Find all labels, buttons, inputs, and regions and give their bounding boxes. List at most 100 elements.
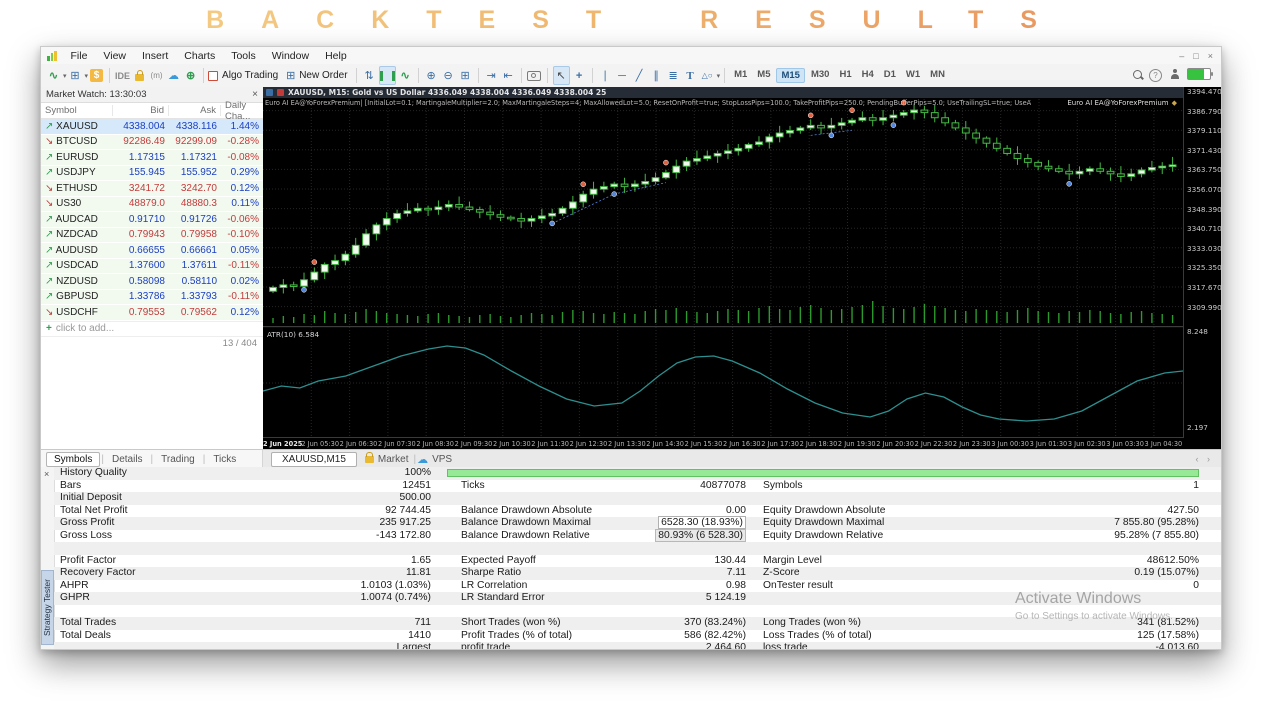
market-watch-row-usdcad[interactable]: ↗ USDCAD1.376001.37611-0.11% <box>41 259 263 275</box>
algo-trading-icon <box>208 71 218 81</box>
trendline-icon[interactable]: ╱ <box>632 67 647 84</box>
toolbar: ∿▾ ⊞▾ $ IDE (m) ☁ ⊕ Algo Trading ⊞ New O… <box>41 64 1221 88</box>
fibonacci-icon[interactable]: ≣ <box>666 67 681 84</box>
market-watch-columns[interactable]: SymbolBidAskDaily Cha... <box>41 103 263 119</box>
chart-tab-xauusd[interactable]: XAUUSD,M15 <box>271 452 357 467</box>
time-tick: 2 Jun 2025 <box>263 438 301 449</box>
shift-end-icon[interactable]: ⇥ <box>484 67 499 84</box>
timeframe-h4[interactable]: H4 <box>858 68 878 83</box>
objects-icon[interactable]: △○ <box>700 67 715 84</box>
symbol-name: ↘ ETHUSD <box>41 183 113 194</box>
market-watch-row-audcad[interactable]: ↗ AUDCAD0.917100.91726-0.06% <box>41 212 263 228</box>
timeframe-m30[interactable]: M30 <box>807 68 833 83</box>
zoom-out-icon[interactable]: ⊖ <box>441 67 456 84</box>
channel-icon[interactable]: ∥ <box>649 67 664 84</box>
market-watch-row-usdchf[interactable]: ↘ USDCHF0.795530.795620.12% <box>41 305 263 321</box>
ide-button[interactable]: IDE <box>115 67 130 84</box>
market-watch-row-eurusd[interactable]: ↗ EURUSD1.173151.17321-0.08% <box>41 150 263 166</box>
minimize-button[interactable]: – <box>1179 51 1184 61</box>
atr-indicator-label: ATR(10) 6.584 <box>267 330 319 339</box>
symbol-name: ↘ BTCUSD <box>41 136 113 147</box>
close-panel-icon[interactable]: × <box>44 469 49 479</box>
profile-icon[interactable] <box>1169 69 1180 83</box>
stat-label: LR Standard Error <box>461 592 545 605</box>
shift-chart-icon[interactable]: ⇤ <box>501 67 516 84</box>
time-tick: 2 Jun 18:30 <box>800 438 838 449</box>
algo-trading-button[interactable]: Algo Trading <box>222 70 278 81</box>
chart-profile-icon[interactable]: ∿ <box>46 67 61 84</box>
market-watch-row-nzdcad[interactable]: ↗ NZDCAD0.799430.79958-0.10% <box>41 228 263 244</box>
line-chart-icon[interactable]: ∿ <box>398 67 413 84</box>
market-watch-row-audusd[interactable]: ↗ AUDUSD0.666550.666610.05% <box>41 243 263 259</box>
tab-vps[interactable]: VPS <box>432 454 452 465</box>
crosshair-icon[interactable]: + <box>572 67 587 84</box>
time-axis: 2 Jun 20252 Jun 05:302 Jun 06:302 Jun 07… <box>263 437 1183 449</box>
market-watch-row-xauusd[interactable]: ↗ XAUUSD4338.0044338.1161.44% <box>41 119 263 135</box>
tab-market[interactable]: Market <box>378 454 409 465</box>
chart-canvas[interactable] <box>263 87 1183 439</box>
tick-chart-icon[interactable]: ⇅ <box>362 67 377 84</box>
tab-separator: | <box>101 454 104 465</box>
market-watch-row-usdjpy[interactable]: ↗ USDJPY155.945155.9520.29% <box>41 166 263 182</box>
chevron-down-icon[interactable]: ▾ <box>63 72 67 80</box>
mql-icon[interactable]: (m) <box>149 67 164 84</box>
column-header-ask[interactable]: Ask <box>169 105 221 116</box>
column-header-symbol[interactable]: Symbol <box>41 105 113 116</box>
result-row: Total Trades711Short Trades (won %)370 (… <box>54 617 1221 630</box>
close-button[interactable]: × <box>1208 51 1213 61</box>
timeframe-h1[interactable]: H1 <box>835 68 855 83</box>
result-row: Total Deals1410Profit Trades (% of total… <box>54 630 1221 643</box>
lock-icon[interactable] <box>132 67 147 84</box>
cursor-icon[interactable]: ↖ <box>553 66 570 85</box>
stat-label: AHPR <box>60 580 89 593</box>
text-tool-icon[interactable]: T <box>683 67 698 84</box>
horizontal-line-icon[interactable]: ─ <box>615 67 630 84</box>
timeframe-mn[interactable]: MN <box>926 68 949 83</box>
ask-value: 92299.09 <box>169 136 221 147</box>
market-watch-row-us30[interactable]: ↘ US3048879.048880.30.11% <box>41 197 263 213</box>
market-watch-row-nzdusd[interactable]: ↗ NZDUSD0.580980.581100.02% <box>41 274 263 290</box>
zoom-in-icon[interactable]: ⊕ <box>424 67 439 84</box>
market-watch-row-gbpusd[interactable]: ↗ GBPUSD1.337861.33793-0.11% <box>41 290 263 306</box>
toolbox-tab-ticks[interactable]: Ticks <box>206 453 243 466</box>
add-symbol-row[interactable]: + click to add... <box>41 321 263 336</box>
strategy-tester-tab[interactable]: Strategy Tester <box>41 570 54 645</box>
toolbox-tab-details[interactable]: Details <box>105 453 150 466</box>
chevron-down-icon[interactable]: ▾ <box>85 72 89 80</box>
timeframe-m5[interactable]: M5 <box>753 68 774 83</box>
menu-item-window[interactable]: Window <box>264 50 317 62</box>
maximize-button[interactable]: □ <box>1193 51 1198 61</box>
new-order-button[interactable]: New Order <box>299 70 347 81</box>
screenshot-icon[interactable] <box>527 67 542 84</box>
timeframe-m15[interactable]: M15 <box>776 68 804 83</box>
help-icon[interactable]: ? <box>1149 69 1162 82</box>
bar-chart-icon[interactable] <box>379 66 396 85</box>
tab-scroll-icons[interactable]: ‹ › <box>1196 454 1222 464</box>
timeframe-d1[interactable]: D1 <box>880 68 900 83</box>
search-icon[interactable] <box>1133 70 1142 82</box>
column-header-daily-cha-[interactable]: Daily Cha... <box>221 100 263 122</box>
grid-icon[interactable]: ⊞ <box>458 67 473 84</box>
close-icon[interactable]: × <box>252 89 258 100</box>
menu-item-view[interactable]: View <box>95 50 134 62</box>
community-icon[interactable]: ⊕ <box>183 67 198 84</box>
window-layout-icon[interactable]: ⊞ <box>68 67 83 84</box>
chevron-down-icon[interactable]: ▾ <box>717 72 721 80</box>
menu-item-charts[interactable]: Charts <box>176 50 223 62</box>
menu-item-tools[interactable]: Tools <box>223 50 264 62</box>
market-watch-row-btcusd[interactable]: ↘ BTCUSD92286.4992299.09-0.28% <box>41 135 263 151</box>
stat-value: 2 464.60 <box>594 642 746 649</box>
cloud-icon[interactable]: ☁ <box>166 67 181 84</box>
market-watch-row-ethusd[interactable]: ↘ ETHUSD3241.723242.700.12% <box>41 181 263 197</box>
menu-item-insert[interactable]: Insert <box>134 50 176 62</box>
menu-item-file[interactable]: File <box>63 50 96 62</box>
column-header-bid[interactable]: Bid <box>113 105 169 116</box>
timeframe-w1[interactable]: W1 <box>902 68 924 83</box>
vertical-line-icon[interactable]: ∣ <box>598 67 613 84</box>
stat-label: Equity Drawdown Relative <box>763 530 883 543</box>
toolbox-tab-trading[interactable]: Trading <box>154 453 202 466</box>
timeframe-m1[interactable]: M1 <box>730 68 751 83</box>
toolbox-tab-symbols[interactable]: Symbols <box>46 452 100 467</box>
accounts-icon[interactable]: $ <box>89 67 104 84</box>
menu-item-help[interactable]: Help <box>317 50 355 62</box>
